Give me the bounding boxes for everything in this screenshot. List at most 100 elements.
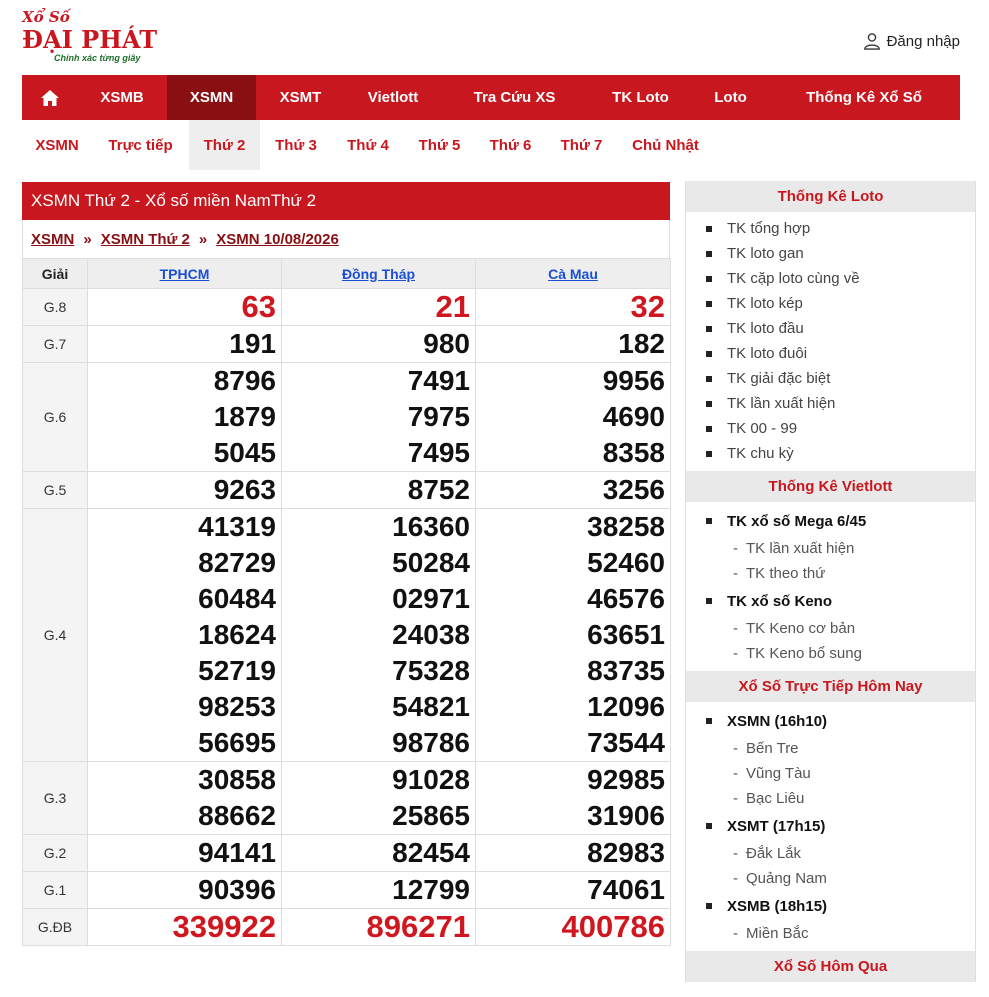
sidebar-item[interactable]: - TK Keno bổ sung	[686, 641, 975, 666]
prize-number: 25865	[392, 800, 470, 831]
sidebar-item[interactable]: TK xổ số Keno	[686, 586, 975, 616]
prize-name: G.3	[22, 761, 88, 835]
bullet-icon	[706, 350, 712, 357]
subnav-thu-3[interactable]: Thứ 3	[260, 120, 332, 170]
nav-tra-cuu-xs[interactable]: Tra Cứu XS	[441, 75, 588, 120]
sidebar-item[interactable]: TK giải đặc biệt	[686, 366, 975, 391]
sidebar-item[interactable]: TK tổng hợp	[686, 216, 975, 241]
prize-number: 9263	[213, 474, 276, 505]
province-link[interactable]: Cà Mau	[475, 258, 671, 289]
sidebar-item[interactable]: TK loto đuôi	[686, 341, 975, 366]
subnav-thu-6[interactable]: Thứ 6	[475, 120, 546, 170]
prize-cell: 9263	[87, 471, 282, 509]
nav-vietlott[interactable]: Vietlott	[345, 75, 441, 120]
bullet-icon	[706, 300, 712, 307]
sidebar-item[interactable]: - Bạc Liêu	[686, 786, 975, 811]
sidebar-item[interactable]: - Vũng Tàu	[686, 761, 975, 786]
sidebar-item-label: TK giải đặc biệt	[727, 370, 831, 387]
table-row: G.7 191 980 182	[22, 325, 671, 363]
prize-cell: 91028 25865	[281, 761, 476, 835]
province-link[interactable]: Đồng Tháp	[281, 258, 476, 289]
table-row: G.ĐB 339922 896271 400786	[22, 908, 671, 946]
sidebar-item[interactable]: - TK theo thứ	[686, 561, 975, 586]
sidebar-item[interactable]: TK loto gan	[686, 241, 975, 266]
subnav-truc-tiep[interactable]: Trực tiếp	[92, 120, 189, 170]
table-row: G.6 8796 1879 5045 7491 7975 7495 9956 4690 8358	[22, 362, 671, 472]
sidebar-item[interactable]: - Quảng Nam	[686, 866, 975, 891]
sidebar-item[interactable]: TK lần xuất hiện	[686, 391, 975, 416]
prize-number: 339922	[172, 909, 276, 944]
prize-number: 74061	[587, 874, 665, 905]
sidebar-item[interactable]: - Miền Bắc	[686, 921, 975, 946]
prize-name: G.1	[22, 871, 88, 909]
prize-number: 92985	[587, 764, 665, 795]
subnav-thu-4[interactable]: Thứ 4	[332, 120, 404, 170]
sidebar-item[interactable]: - Bến Tre	[686, 736, 975, 761]
main-nav: XSMB XSMN XSMT Vietlott Tra Cứu XS TK Lo…	[22, 75, 960, 120]
sidebar-item[interactable]: TK cặp loto cùng về	[686, 266, 975, 291]
subnav-thu-7[interactable]: Thứ 7	[546, 120, 617, 170]
subnav-chu-nhat[interactable]: Chủ Nhật	[617, 120, 714, 170]
prize-number: 5045	[213, 437, 276, 468]
bullet-icon	[706, 325, 712, 332]
nav-loto[interactable]: Loto	[693, 75, 768, 120]
sidebar-item-label: XSMT (17h15)	[727, 817, 826, 835]
logo-main-text: ĐẠI PHÁT	[22, 25, 158, 54]
nav-xsmn[interactable]: XSMN	[167, 75, 256, 120]
prize-number: 1879	[213, 401, 276, 432]
prize-name: G.8	[22, 288, 88, 326]
sidebar-item-label: Miền Bắc	[746, 925, 809, 942]
subnav-thu-2[interactable]: Thứ 2	[189, 120, 260, 170]
bullet-icon	[706, 275, 712, 282]
sidebar: Thống Kê Loto TK tổng hợp TK loto gan TK cặ…	[685, 181, 976, 982]
sidebar-item[interactable]: XSMB (18h15)	[686, 891, 975, 921]
sidebar-item[interactable]: XSMT (17h15)	[686, 811, 975, 841]
prize-number: 182	[618, 328, 665, 359]
login-link[interactable]: Đăng nhập	[863, 32, 960, 50]
site-logo[interactable]: Xổ Số ĐẠI PHÁT Chính xác từng giây	[22, 8, 162, 66]
nav-xsmb[interactable]: XSMB	[77, 75, 167, 120]
results-title: XSMN Thứ 2 - Xổ số miền NamThứ 2	[22, 182, 670, 220]
sidebar-item[interactable]: TK loto đầu	[686, 316, 975, 341]
subnav-thu-5[interactable]: Thứ 5	[404, 120, 475, 170]
prize-number: 46576	[587, 583, 665, 614]
nav-thong-ke-xo-so[interactable]: Thống Kê Xổ Số	[768, 75, 960, 120]
nav-tk-loto[interactable]: TK Loto	[588, 75, 693, 120]
nav-home[interactable]	[22, 75, 77, 120]
sidebar-item[interactable]: - TK Keno cơ bản	[686, 616, 975, 641]
sidebar-item-label: TK Keno bổ sung	[746, 645, 862, 662]
prize-number: 82729	[198, 547, 276, 578]
results-panel: XSMN Thứ 2 - Xổ số miền NamThứ 2 XSMN » …	[22, 182, 671, 946]
prize-number: 191	[229, 328, 276, 359]
prize-number: 12096	[587, 691, 665, 722]
sidebar-item-label: TK theo thứ	[746, 565, 826, 582]
breadcrumb-date[interactable]: XSMN 10/08/2026	[216, 231, 339, 248]
prize-number: 73544	[587, 727, 665, 758]
breadcrumb-xsmn-thu-2[interactable]: XSMN Thứ 2	[101, 231, 190, 248]
sidebar-item[interactable]: TK xổ số Mega 6/45	[686, 506, 975, 536]
bullet-icon	[706, 903, 712, 909]
nav-xsmt[interactable]: XSMT	[256, 75, 345, 120]
subnav-xsmn[interactable]: XSMN	[22, 120, 92, 170]
prize-number: 98786	[392, 727, 470, 758]
sidebar-item[interactable]: TK loto kép	[686, 291, 975, 316]
prize-cell: 82454	[281, 834, 476, 872]
sidebar-item[interactable]: TK chu kỳ	[686, 441, 975, 466]
prize-number: 63651	[587, 619, 665, 650]
bullet-icon	[706, 823, 712, 829]
prize-cell: 182	[475, 325, 671, 363]
prize-number: 88662	[198, 800, 276, 831]
sidebar-item[interactable]: XSMN (16h10)	[686, 706, 975, 736]
sidebar-item[interactable]: - TK lần xuất hiện	[686, 536, 975, 561]
prize-number: 400786	[561, 909, 665, 944]
breadcrumb-xsmn[interactable]: XSMN	[31, 231, 74, 248]
sidebar-item[interactable]: TK 00 - 99	[686, 416, 975, 441]
prize-cell: 896271	[281, 908, 476, 946]
sidebar-item[interactable]: - Đắk Lắk	[686, 841, 975, 866]
col-giai: Giải	[22, 258, 88, 289]
prize-cell: 90396	[87, 871, 282, 909]
prize-cell: 191	[87, 325, 282, 363]
province-link[interactable]: TPHCM	[87, 258, 282, 289]
prize-name: G.6	[22, 362, 88, 472]
prize-number: 54821	[392, 691, 470, 722]
